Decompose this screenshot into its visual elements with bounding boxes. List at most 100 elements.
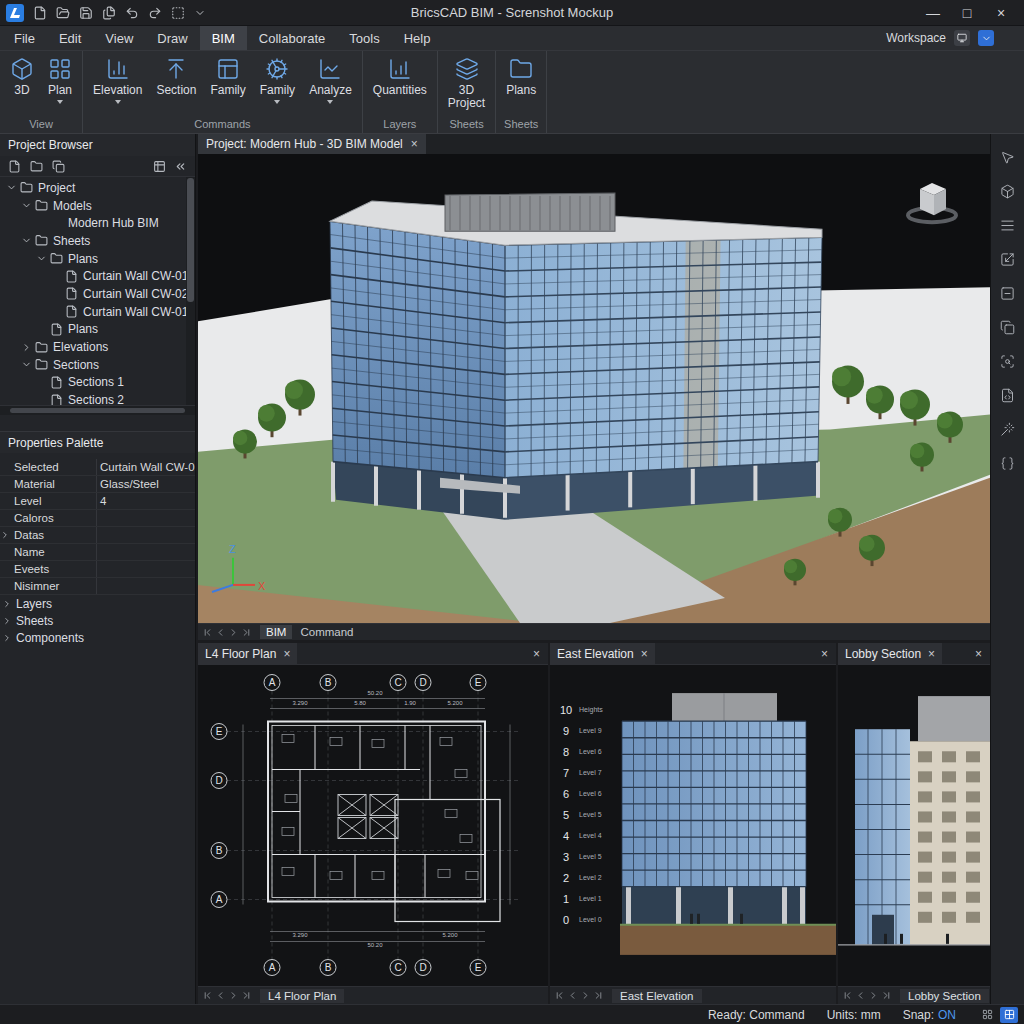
copy-icon[interactable] [1000, 320, 1015, 335]
view-cube[interactable] [908, 183, 956, 222]
collapsed-chevron-icon[interactable] [21, 342, 32, 353]
pane-footer-tab[interactable]: East Elevation [612, 989, 702, 1003]
property-row[interactable]: Nisimner [0, 578, 195, 595]
collapse-icon[interactable] [174, 160, 187, 173]
previous-icon[interactable] [215, 990, 226, 1001]
ribbon-button[interactable]: Plans [502, 55, 540, 99]
tree-item[interactable]: Sections 2 [0, 391, 186, 405]
expanded-chevron-icon[interactable] [21, 235, 32, 246]
last-icon[interactable] [881, 990, 892, 1001]
expanded-chevron-icon[interactable] [6, 182, 17, 193]
model-3d-view[interactable]: ZX [198, 154, 990, 623]
copy-icon[interactable] [52, 160, 65, 173]
status-toggle[interactable] [1000, 1007, 1018, 1023]
close-tab-button[interactable]: × [411, 137, 418, 151]
expanded-chevron-icon[interactable] [21, 359, 32, 370]
redo-icon[interactable] [148, 6, 162, 20]
square-minus-icon[interactable] [1000, 286, 1015, 301]
first-icon[interactable] [554, 990, 565, 1001]
tree-item[interactable]: Models [0, 197, 186, 215]
last-icon[interactable] [241, 627, 252, 638]
horizontal-scrollbar[interactable] [0, 405, 195, 415]
pane-tab[interactable]: L4 Floor Plan× [198, 643, 297, 664]
snap-toggle[interactable]: Snap:ON [903, 1008, 956, 1022]
expand-chevron-icon[interactable] [0, 530, 10, 540]
next-icon[interactable] [580, 990, 591, 1001]
menu-item[interactable]: Tools [337, 26, 391, 50]
first-icon[interactable] [842, 990, 853, 1001]
file-code-icon[interactable] [1000, 388, 1015, 403]
previous-icon[interactable] [855, 990, 866, 1001]
window-control-button[interactable]: — [916, 2, 950, 24]
menu-item[interactable]: Edit [47, 26, 93, 50]
next-icon[interactable] [228, 990, 239, 1001]
pane-footer-tab[interactable]: L4 Floor Plan [260, 989, 344, 1003]
previous-icon[interactable] [567, 990, 578, 1001]
pane-footer-tab[interactable]: Lobby Section [900, 989, 989, 1003]
pane-tab[interactable]: Lobby Section× [838, 643, 942, 664]
tree-item[interactable]: Sections [0, 356, 186, 374]
menu-item[interactable]: Draw [145, 26, 199, 50]
close-pane-button[interactable]: × [813, 643, 836, 664]
pointer-icon[interactable] [1000, 150, 1015, 165]
braces-icon[interactable] [1000, 456, 1015, 471]
tree-item[interactable]: Sheets [0, 232, 186, 250]
tree-item[interactable]: Plans [0, 321, 186, 339]
customize-icon[interactable] [194, 7, 206, 19]
ribbon-button[interactable]: Elevation [89, 55, 146, 106]
building-model[interactable] [330, 193, 822, 520]
tree-item[interactable]: Plans [0, 250, 186, 268]
ribbon-button[interactable]: 3D Project [444, 55, 489, 113]
workspace-button[interactable] [978, 30, 994, 46]
property-row[interactable]: SelectedCurtain Wall CW-01 [0, 459, 195, 476]
undo-icon[interactable] [125, 6, 139, 20]
last-icon[interactable] [593, 990, 604, 1001]
last-icon[interactable] [241, 990, 252, 1001]
menu-item[interactable]: View [93, 26, 145, 50]
tree-item[interactable]: Sections 1 [0, 374, 186, 392]
layout-tab[interactable]: Command [294, 625, 359, 639]
property-row[interactable]: Name [0, 544, 195, 561]
first-icon[interactable] [202, 627, 213, 638]
window-control-button[interactable]: × [984, 2, 1018, 24]
tree-item[interactable]: Curtain Wall CW-01 [0, 303, 186, 321]
section-drawing[interactable] [838, 665, 990, 986]
tree-item[interactable]: Elevations [0, 338, 186, 356]
ribbon-button[interactable]: 3D [6, 55, 38, 99]
ribbon-button[interactable]: Quantities [369, 55, 431, 99]
property-row[interactable]: MaterialGlass/Steel [0, 476, 195, 493]
scan-search-icon[interactable] [1000, 354, 1015, 369]
ribbon-button[interactable]: Section [152, 55, 200, 99]
scroll-thumb[interactable] [187, 178, 194, 302]
select-icon[interactable] [171, 6, 185, 20]
workspace-button[interactable] [954, 30, 970, 46]
close-tab-button[interactable]: × [928, 647, 935, 661]
property-section[interactable]: Components [0, 629, 195, 646]
property-section[interactable]: Sheets [0, 612, 195, 629]
close-pane-button[interactable]: × [525, 643, 548, 664]
property-section[interactable]: Layers [0, 595, 195, 612]
previous-icon[interactable] [215, 627, 226, 638]
ribbon-button[interactable]: Family [206, 55, 249, 99]
new-file-icon[interactable] [33, 6, 47, 20]
ribbon-button[interactable]: Family [256, 55, 299, 106]
save-as-icon[interactable] [102, 6, 116, 20]
close-tab-button[interactable]: × [641, 647, 648, 661]
property-row[interactable]: Datas [0, 527, 195, 544]
list-icon[interactable] [1000, 218, 1015, 233]
tree-item[interactable]: Project [0, 179, 186, 197]
first-icon[interactable] [202, 990, 213, 1001]
elevation-drawing[interactable] [620, 665, 836, 986]
pane-tab[interactable]: East Elevation× [550, 643, 655, 664]
ribbon-button[interactable]: Plan [44, 55, 76, 106]
expanded-chevron-icon[interactable] [21, 200, 32, 211]
ribbon-button[interactable]: Analyze [305, 55, 356, 106]
tree-item[interactable]: Curtain Wall CW-01 [0, 267, 186, 285]
property-row[interactable]: Eveets [0, 561, 195, 578]
new-icon[interactable] [8, 160, 21, 173]
save-icon[interactable] [79, 6, 93, 20]
close-tab-button[interactable]: × [283, 647, 290, 661]
property-row[interactable]: Level4 [0, 493, 195, 510]
tree-item[interactable]: Modern Hub BIM [0, 214, 186, 232]
layout-tab[interactable]: BIM [260, 625, 292, 639]
